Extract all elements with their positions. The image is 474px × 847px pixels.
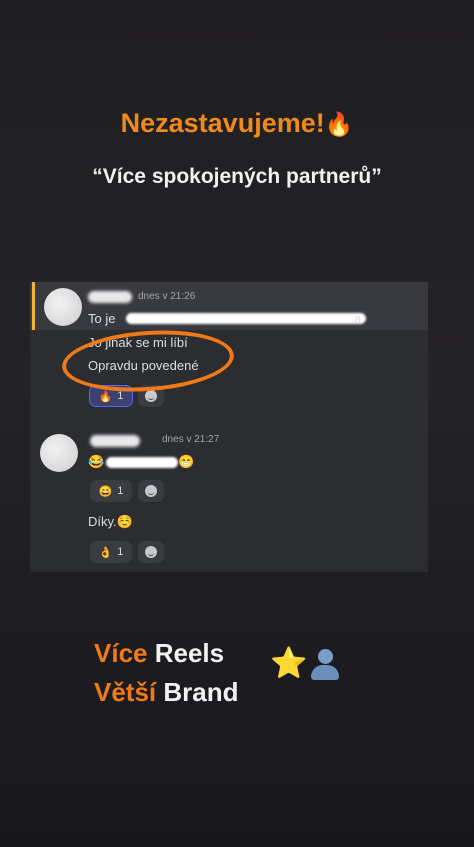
ok-hand-icon: 👌	[98, 546, 113, 559]
reply-bar	[32, 282, 35, 330]
promo-highlight: Více	[94, 638, 148, 668]
promo-highlight: Větší	[94, 677, 157, 707]
username-redacted	[88, 291, 132, 303]
reaction-count: 1	[117, 485, 124, 497]
promo-line-2: Větší Brand	[94, 677, 239, 708]
chat-screenshot: dnes v 21:26 To je a Jo jinak se mi líbí…	[30, 282, 428, 572]
grin-emoji-icon: 😁	[178, 454, 195, 469]
reaction-ok[interactable]: 👌 1	[90, 541, 132, 563]
message-line: Díky.☺️	[88, 514, 133, 530]
relieved-emoji-icon: ☺️	[116, 514, 133, 529]
reaction-count: 1	[117, 546, 124, 558]
add-reaction-button[interactable]	[138, 480, 164, 502]
timestamp: dnes v 21:26	[138, 291, 196, 302]
promo-text: Reels	[154, 638, 225, 668]
reaction-smile[interactable]: 😄 1	[90, 480, 132, 502]
add-reaction-icon	[145, 485, 157, 497]
username-redacted	[90, 435, 140, 447]
star-icon: ⭐	[270, 647, 307, 680]
laugh-emoji-icon: 😂	[88, 454, 105, 469]
headline: Nezastavujeme!🔥	[0, 108, 474, 139]
subtitle: “Více spokojených partnerů”	[92, 165, 382, 188]
add-reaction-icon	[145, 390, 157, 402]
add-reaction-icon	[145, 546, 157, 558]
promo-text: Brand	[163, 677, 239, 707]
avatar[interactable]	[44, 288, 82, 326]
promo-icons: ⭐	[270, 646, 342, 682]
avatar[interactable]	[40, 434, 78, 472]
add-reaction-button[interactable]	[138, 541, 164, 563]
message-text: Díky.	[88, 514, 117, 529]
reply-preview-start: To je	[88, 311, 116, 326]
reaction-count: 1	[117, 390, 124, 402]
fire-icon: 🔥	[324, 111, 354, 137]
redacted-text	[126, 313, 366, 324]
timestamp: dnes v 21:27	[162, 434, 220, 445]
promo-line-1: Více Reels	[94, 638, 224, 669]
redacted-text	[106, 457, 178, 468]
reply-preview-end: a	[354, 311, 362, 326]
fire-icon: 🔥	[98, 390, 113, 403]
smile-emoji-icon: 😄	[98, 485, 113, 498]
user-silhouette-icon	[308, 648, 342, 682]
headline-text: Nezastavujeme!	[120, 108, 325, 138]
